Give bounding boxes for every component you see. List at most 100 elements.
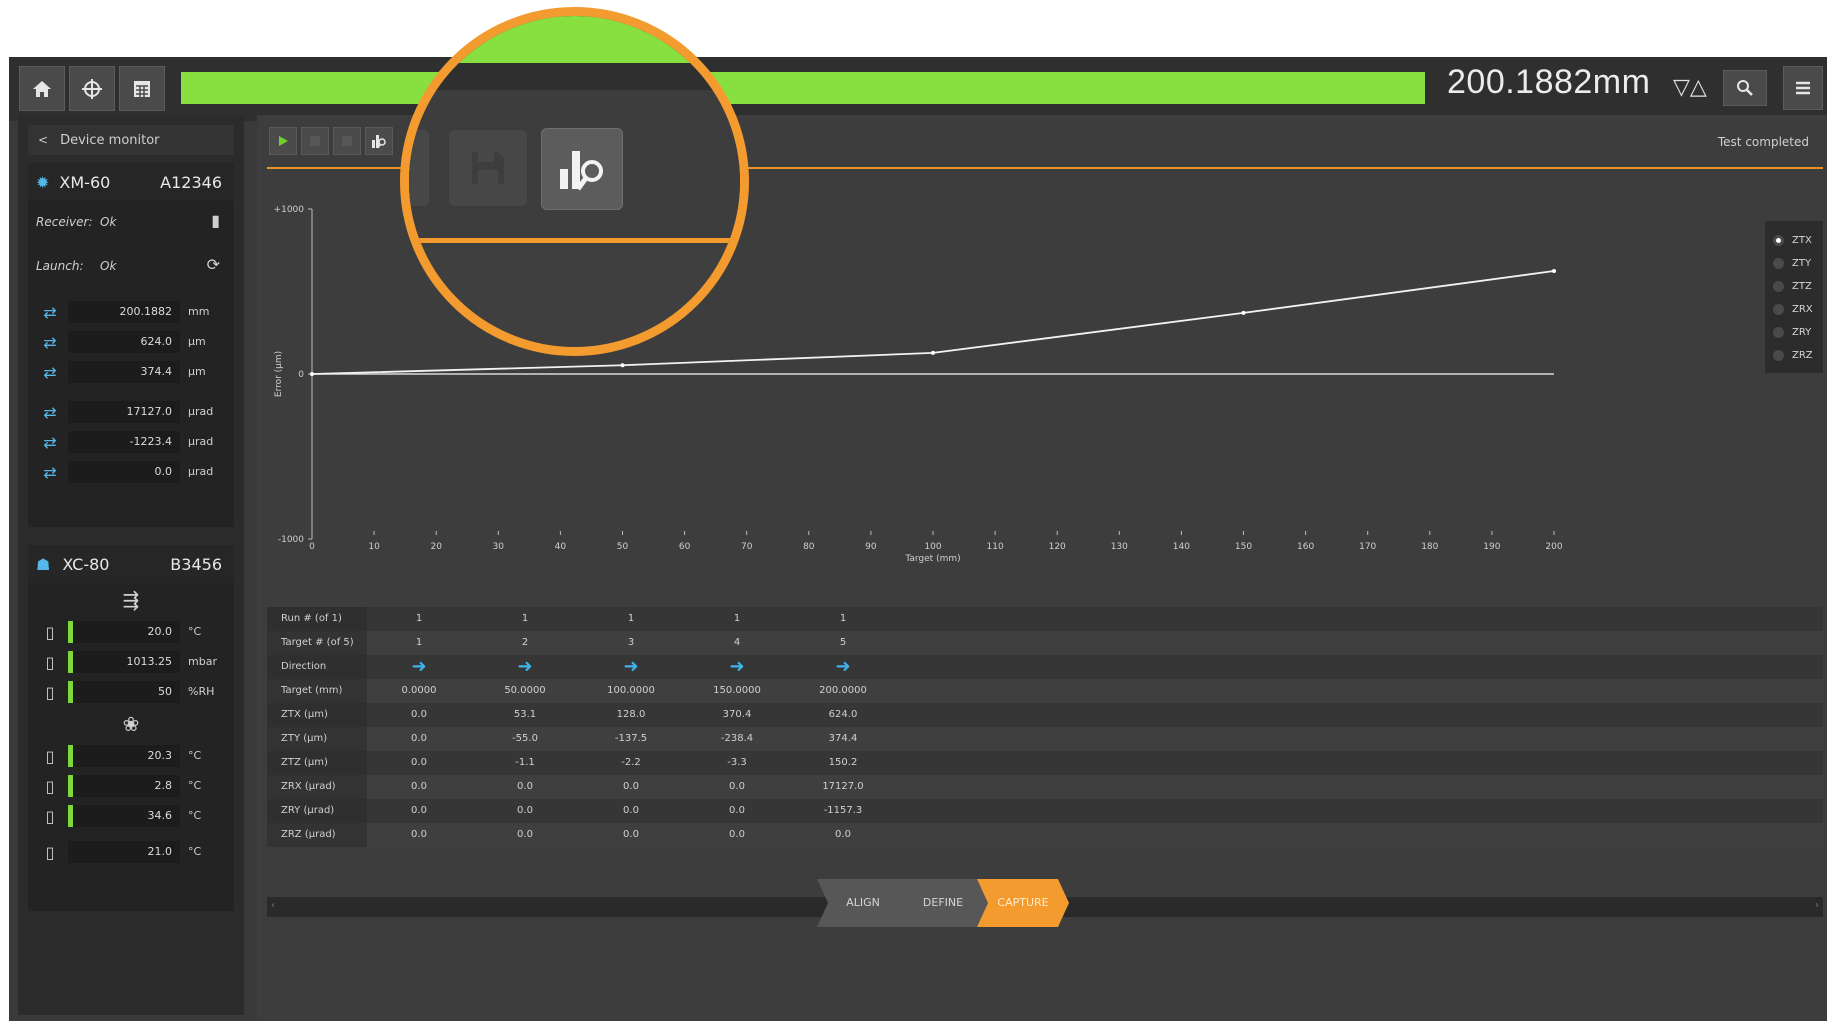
row-header: ZRX (µrad) (267, 775, 367, 799)
xm-value-row: ⇄ 374.4 µm (28, 357, 234, 387)
xc-name: XC-80 (62, 554, 110, 574)
xm-value-row: ⇄ 17127.0 µrad (28, 397, 234, 427)
x-tick-label: 70 (741, 542, 753, 552)
legend-item-ztx[interactable]: ZTX (1765, 229, 1823, 252)
table-cell: 1 (415, 637, 423, 648)
menu-icon (1796, 81, 1810, 95)
search-button[interactable] (1723, 70, 1767, 106)
chart-legend: ZTX ZTY ZTZ ZRX ZRY ZRZ (1765, 221, 1823, 373)
refresh-icon[interactable]: ⟳ (207, 255, 220, 274)
magnified-divider (409, 238, 740, 243)
magnified-analysis-button[interactable] (541, 128, 623, 210)
analysis-button[interactable] (365, 127, 393, 155)
legend-item-zry[interactable]: ZRY (1765, 321, 1823, 344)
air-sensor-value: 1013.25 (68, 651, 180, 673)
air-sensor-value: 50 (68, 681, 180, 703)
direction-arrow-icon: ➜ (517, 656, 533, 677)
x-tick-label: 130 (1111, 542, 1128, 552)
menu-button[interactable] (1783, 66, 1823, 110)
xc-serial: B3456 (170, 555, 222, 574)
x-tick-label: 190 (1483, 542, 1500, 552)
table-cell: 3 (627, 637, 635, 648)
legend-item-ztz[interactable]: ZTZ (1765, 275, 1823, 298)
radio-icon (1773, 235, 1784, 246)
calculator-icon (134, 80, 150, 97)
material-sensor-unit: °C (188, 749, 202, 762)
x-tick-label: 150 (1235, 542, 1252, 552)
straightness-v-icon: ⇄ (43, 363, 57, 382)
step-capture[interactable]: CAPTURE (977, 879, 1069, 927)
row-header: ZTZ (µm) (267, 751, 367, 775)
save-icon (472, 152, 504, 184)
row-header: Direction (267, 655, 367, 679)
table-cell: 0.0 (623, 805, 639, 816)
table-cell: 0.0000 (401, 685, 437, 696)
table-cell: 0.0 (835, 829, 851, 840)
step-align[interactable]: ALIGN (817, 879, 909, 927)
air-sensor-row: ▯ 50 %RH (28, 677, 234, 707)
device-monitor-title: Device monitor (60, 132, 160, 148)
direction-arrow-icon: ➜ (623, 656, 639, 677)
device-monitor-header[interactable]: < Device monitor (28, 125, 234, 155)
x-tick-label: 80 (803, 542, 815, 552)
direction-toggle[interactable]: ▽△ (1673, 75, 1707, 100)
air-sensor-unit: mbar (188, 655, 217, 668)
row-header: ZRY (µrad) (267, 799, 367, 823)
table-cell: 0.0 (411, 709, 427, 720)
pitch-icon: ⇄ (43, 403, 57, 422)
table-cell: 4 (733, 637, 741, 648)
xm-value: 200.1882 (68, 301, 180, 323)
table-cell: 1 (733, 613, 741, 624)
calculator-button[interactable] (119, 66, 165, 111)
radio-icon (1773, 350, 1784, 361)
position-readout: 200.1882mm (1447, 63, 1651, 101)
table-cell: 1 (627, 613, 635, 624)
material-sensor-value: 2.8 (68, 775, 180, 797)
home-button[interactable] (19, 66, 65, 111)
linear-icon: ⇄ (43, 303, 57, 322)
x-tick-label: 100 (924, 542, 941, 552)
material-sensor-value: 20.3 (68, 745, 180, 767)
legend-item-zrx[interactable]: ZRX (1765, 298, 1823, 321)
legend-item-zty[interactable]: ZTY (1765, 252, 1823, 275)
table-cell: 0.0 (623, 829, 639, 840)
results-table: Run # (of 1) 1 1 1 1 1 Target # (of 5) 1 2 3 4 5 Dir… (267, 607, 1823, 847)
x-tick-label: 10 (368, 542, 380, 552)
table-cell: 0.0 (411, 757, 427, 768)
radio-icon (1773, 258, 1784, 269)
material-sensor-row: ▯ 20.3 °C (28, 741, 234, 771)
step-define[interactable]: DEFINE (897, 879, 989, 927)
table-row: ZTX (µm) 0.0 53.1 128.0 370.4 624.0 (267, 703, 1823, 727)
air-values: ▯ 20.0 °C ▯ 1013.25 mbar ▯ 50 %RH (28, 617, 234, 707)
magnified-save-button[interactable] (449, 130, 527, 206)
radio-icon (1773, 327, 1784, 338)
xm-unit: µm (188, 335, 206, 348)
table-cell: 5 (839, 637, 847, 648)
x-tick-label: 180 (1421, 542, 1438, 552)
xm-unit: µrad (188, 405, 214, 418)
save-button[interactable] (333, 127, 361, 155)
battery-icon: ▮ (211, 211, 220, 230)
material-sensor-value: 21.0 (68, 841, 180, 863)
xm-value: -1223.4 (68, 431, 180, 453)
data-point (1552, 269, 1556, 274)
table-cell: -2.2 (621, 757, 641, 768)
x-tick-label: 160 (1297, 542, 1314, 552)
compensator-icon: ☗ (36, 554, 51, 574)
legend-item-zrz[interactable]: ZRZ (1765, 344, 1823, 367)
row-header: ZTY (µm) (267, 727, 367, 751)
xm-value: 17127.0 (68, 401, 180, 423)
x-tick-label: 30 (493, 542, 505, 552)
table-cell: 53.1 (513, 709, 537, 720)
material-sensor-row: ▯ 34.6 °C (28, 801, 234, 831)
play-button[interactable] (269, 127, 297, 155)
table-cell: 0.0 (729, 805, 745, 816)
table-cell: 370.4 (722, 709, 752, 720)
xm-unit: mm (188, 305, 210, 318)
target-button[interactable] (69, 66, 115, 111)
table-cell: -238.4 (720, 733, 754, 744)
stop-button[interactable] (301, 127, 329, 155)
table-row: Target (mm) 0.0000 50.0000 100.0000 150.0000… (267, 679, 1823, 703)
table-cell: 0.0 (517, 829, 533, 840)
xm-value: 0.0 (68, 461, 180, 483)
